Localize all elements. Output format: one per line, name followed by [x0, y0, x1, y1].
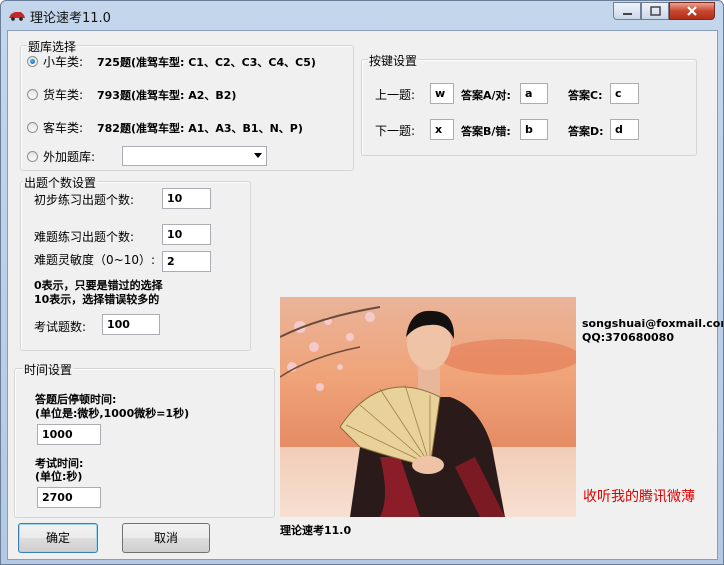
- ok-button[interactable]: 确定: [18, 523, 98, 553]
- radio-truck[interactable]: [27, 89, 38, 100]
- bank-group: 题库选择 小车类: 725题(准驾车型: C1、C2、C3、C4、C5) 货车类…: [20, 38, 354, 171]
- weibo-link[interactable]: 收听我的腾讯微薄: [583, 486, 695, 506]
- label-small-car: 小车类:: [43, 55, 84, 69]
- window-title: 理论速考11.0: [30, 11, 111, 26]
- next-key-input[interactable]: x: [430, 119, 454, 140]
- maximize-button[interactable]: [641, 2, 669, 20]
- sensitivity-input[interactable]: 2: [162, 251, 211, 272]
- client-area: 题库选择 小车类: 725题(准驾车型: C1、C2、C3、C4、C5) 货车类…: [7, 30, 723, 560]
- answer-a-input[interactable]: a: [520, 83, 548, 104]
- contact-email: songshuai@foxmail.com: [582, 317, 724, 330]
- sensitivity-label: 难题灵敏度（0~10）:: [34, 253, 156, 267]
- count-legend: 出题个数设置: [23, 174, 98, 191]
- main-window: 理论速考11.0 题库选择 小车类: 725题(准驾车型: C1、C2、C3、C…: [0, 0, 724, 565]
- radio-small-car[interactable]: [27, 56, 38, 67]
- maximize-icon: [650, 6, 661, 16]
- extra-bank-select[interactable]: [122, 146, 267, 166]
- answer-c-input[interactable]: c: [610, 83, 639, 104]
- desc-bus: 782题(准驾车型: A1、A3、B1、N、P): [97, 122, 303, 135]
- label-truck: 货车类:: [43, 88, 84, 102]
- version-label: 理论速考11.0: [280, 524, 352, 537]
- answer-b-label: 答案B/错:: [461, 125, 511, 138]
- cancel-button[interactable]: 取消: [122, 523, 210, 553]
- count-group: 出题个数设置 初步练习出题个数: 10 难题练习出题个数: 10 难题灵敏度（0…: [20, 174, 251, 351]
- initial-count-label: 初步练习出题个数:: [34, 193, 135, 207]
- answer-c-label: 答案C:: [568, 89, 603, 102]
- pause-time-input[interactable]: 1000: [37, 424, 101, 445]
- close-icon: [687, 6, 697, 16]
- hard-count-input[interactable]: 10: [162, 224, 211, 245]
- radio-bus[interactable]: [27, 122, 38, 133]
- title-bar[interactable]: 理论速考11.0: [1, 1, 723, 29]
- minimize-icon: [623, 13, 632, 15]
- sensitivity-note-10: 10表示，选择错误较多的: [34, 293, 160, 306]
- label-extra-bank: 外加题库:: [43, 150, 96, 164]
- hard-count-label: 难题练习出题个数:: [34, 230, 135, 244]
- radio-extra-bank[interactable]: [27, 151, 38, 162]
- keys-group: 按键设置 上一题: w 答案A/对: a 答案C: c 下一题: x 答案B/错…: [361, 52, 697, 156]
- minimize-button[interactable]: [613, 2, 641, 20]
- contact-qq: QQ:370680080: [582, 331, 674, 344]
- next-key-label: 下一题:: [375, 124, 416, 138]
- prev-key-label: 上一题:: [375, 88, 416, 102]
- answer-b-input[interactable]: b: [520, 119, 548, 140]
- prev-key-input[interactable]: w: [430, 83, 454, 104]
- answer-d-input[interactable]: d: [610, 119, 639, 140]
- exam-time-input[interactable]: 2700: [37, 487, 101, 508]
- exam-count-input[interactable]: 100: [102, 314, 160, 335]
- label-bus: 客车类:: [43, 121, 84, 135]
- initial-count-input[interactable]: 10: [162, 188, 211, 209]
- keys-legend: 按键设置: [368, 52, 419, 69]
- author-photo: [280, 297, 576, 517]
- desc-truck: 793题(准驾车型: A2、B2): [97, 89, 237, 102]
- chevron-down-icon: [254, 153, 262, 158]
- desc-small-car: 725题(准驾车型: C1、C2、C3、C4、C5): [97, 56, 316, 69]
- time-group: 时间设置 答题后停顿时间: (单位是:微秒,1000微秒=1秒) 1000 考试…: [14, 361, 275, 518]
- close-button[interactable]: [669, 2, 715, 20]
- answer-d-label: 答案D:: [568, 125, 604, 138]
- pause-unit-label: (单位是:微秒,1000微秒=1秒): [35, 407, 190, 420]
- car-icon: [9, 12, 25, 21]
- exam-time-unit-label: (单位:秒): [35, 470, 83, 483]
- exam-count-label: 考试题数:: [34, 320, 87, 334]
- portrait-image: [280, 297, 576, 517]
- answer-a-label: 答案A/对:: [461, 89, 511, 102]
- time-legend: 时间设置: [23, 361, 74, 378]
